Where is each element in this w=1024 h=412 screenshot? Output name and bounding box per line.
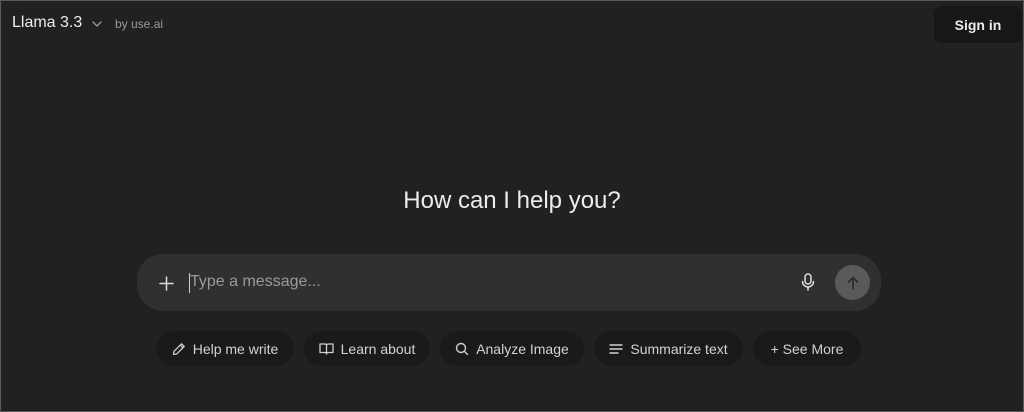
message-input[interactable]	[190, 270, 780, 294]
app-window: Llama 3.3 by use.ai Sign in How can I he…	[0, 0, 1024, 412]
suggestion-label: + See More	[770, 340, 844, 357]
arrow-up-icon	[847, 276, 858, 289]
suggestion-learn-about[interactable]: Learn about	[304, 331, 430, 366]
microphone-icon	[801, 273, 815, 291]
suggestion-help-me-write[interactable]: Help me write	[156, 331, 294, 366]
suggestion-analyze-image[interactable]: Analyze Image	[440, 331, 584, 366]
suggestion-label: Learn about	[340, 340, 416, 357]
plus-icon	[158, 275, 174, 291]
top-bar: Llama 3.3 by use.ai Sign in	[1, 1, 1023, 45]
provider-label: by use.ai	[115, 17, 164, 31]
book-icon	[318, 342, 334, 355]
search-icon	[455, 342, 469, 356]
suggestion-label: Analyze Image	[476, 340, 569, 357]
model-name: Llama 3.3	[12, 14, 83, 31]
voice-input-button[interactable]	[797, 271, 819, 293]
suggestion-label: Help me write	[192, 340, 279, 357]
message-composer	[137, 254, 881, 311]
suggestion-label: Summarize text	[630, 340, 728, 357]
pencil-icon	[172, 342, 186, 356]
see-more-button[interactable]: + See More	[753, 331, 861, 366]
lines-icon	[609, 343, 624, 355]
attach-button[interactable]	[155, 272, 177, 294]
sign-in-button[interactable]: Sign in	[934, 6, 1022, 43]
chevron-down-icon	[92, 20, 102, 27]
model-selector[interactable]: Llama 3.3	[12, 13, 102, 33]
suggestion-summarize-text[interactable]: Summarize text	[594, 331, 743, 366]
page-title: How can I help you?	[403, 187, 621, 214]
send-button[interactable]	[835, 265, 870, 300]
